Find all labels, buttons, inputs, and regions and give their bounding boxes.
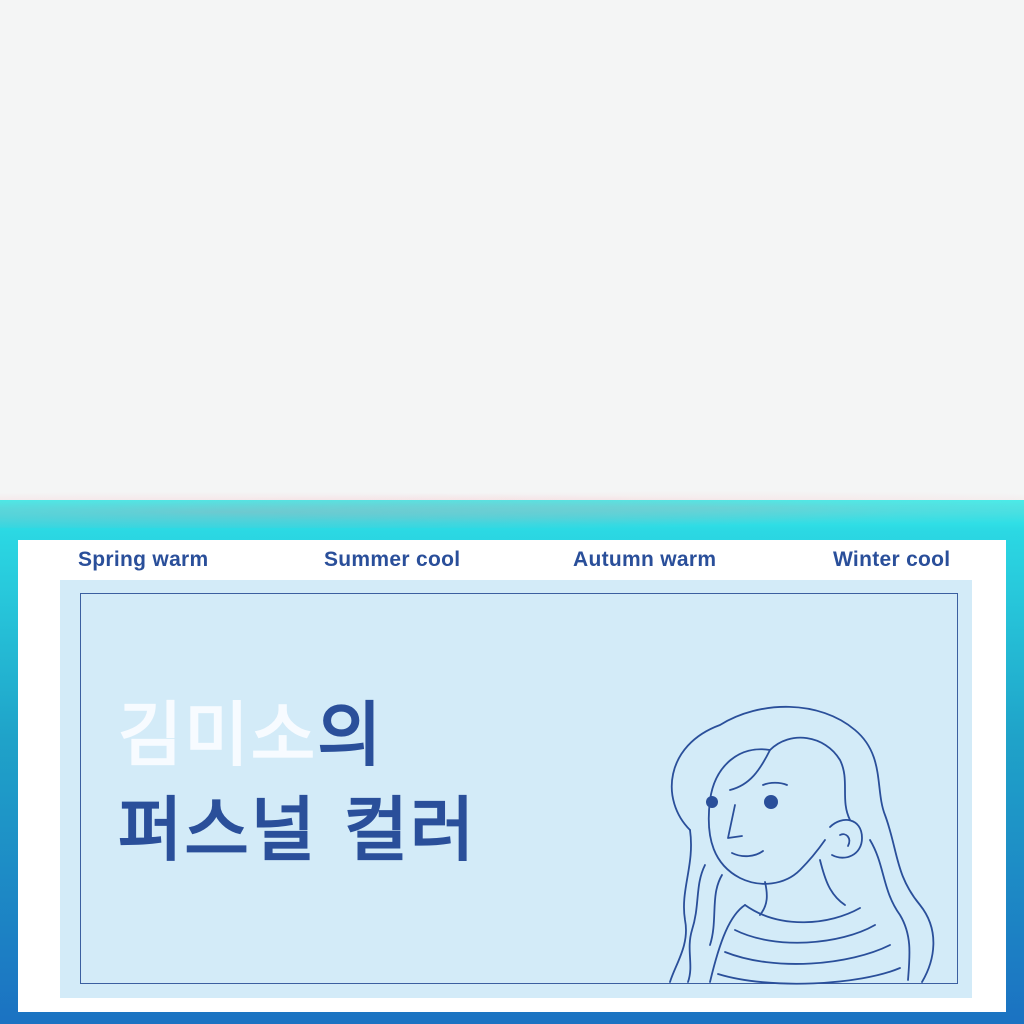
season-tabs: Spring warm Summer cool Autumn warm Wint… [60, 548, 970, 582]
title-line-1: 김미소의 [118, 700, 384, 770]
tab-summer-cool[interactable]: Summer cool [324, 548, 460, 572]
tab-autumn-warm[interactable]: Autumn warm [573, 548, 716, 572]
band-glow [0, 488, 1024, 528]
woman-portrait-icon [669, 705, 935, 985]
person-name: 김미소 [118, 694, 318, 776]
title-suffix: 의 [317, 694, 384, 776]
tab-spring-warm[interactable]: Spring warm [78, 548, 209, 572]
title-line-2: 퍼스널 컬러 [118, 789, 477, 871]
tab-winter-cool[interactable]: Winter cool [833, 548, 950, 572]
